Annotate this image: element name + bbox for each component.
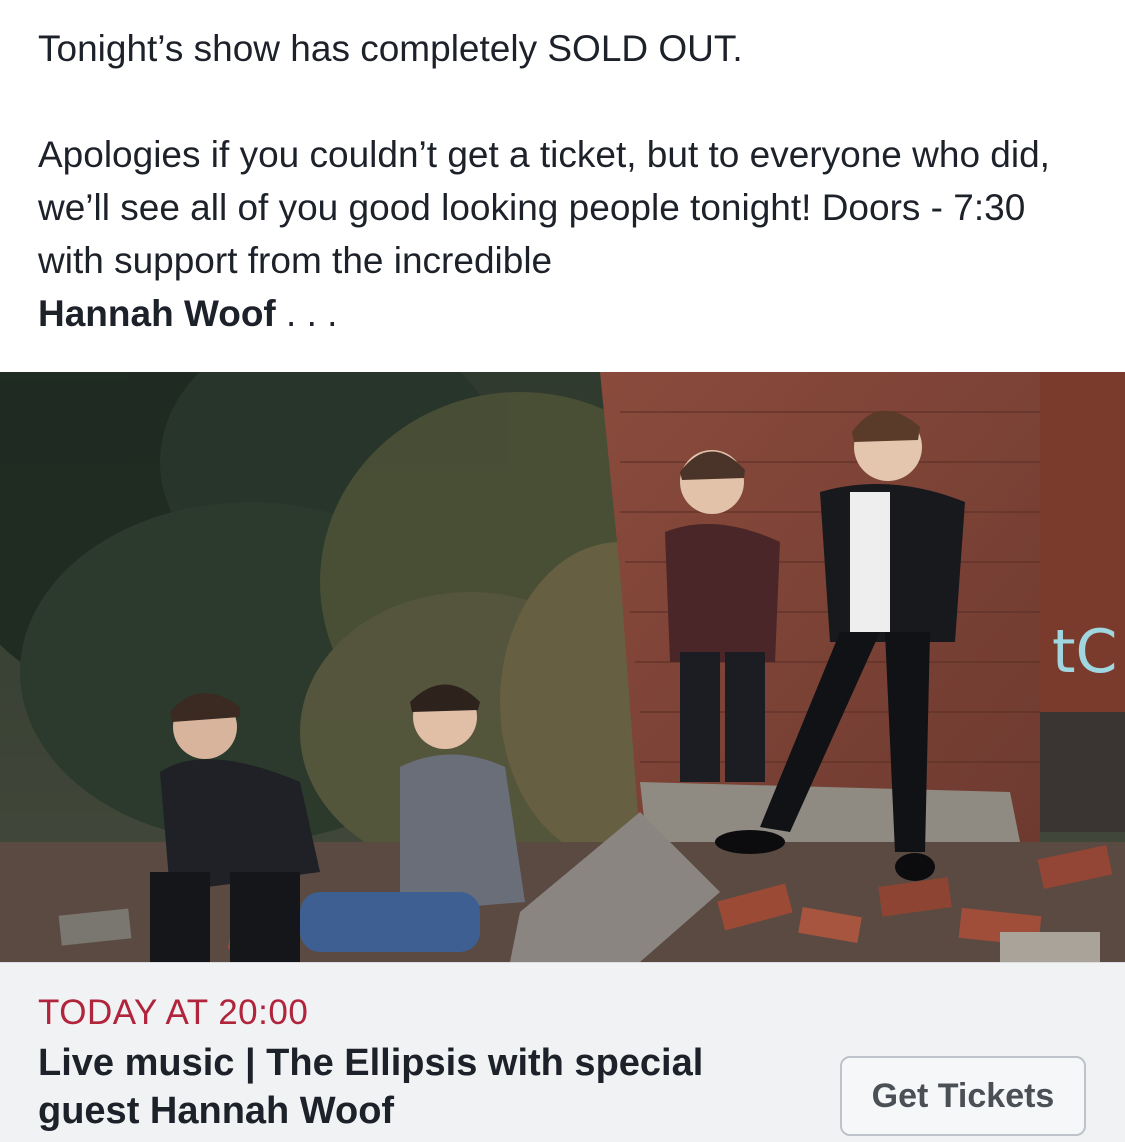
graffiti-text: tC (1052, 617, 1117, 687)
post-body-text: Apologies if you couldn’t get a ticket, … (38, 134, 1050, 281)
event-date: TODAY AT 20:00 (38, 993, 309, 1032)
event-card[interactable]: TODAY AT 20:00 Live music | The Ellipsis… (0, 962, 1125, 1142)
post-body: Apologies if you couldn’t get a ticket, … (38, 128, 1098, 340)
post-headline: Tonight’s show has completely SOLD OUT. (38, 28, 743, 69)
see-more-ellipsis[interactable]: . . . (276, 293, 337, 334)
event-title[interactable]: Live music | The Ellipsis with special g… (38, 1039, 798, 1135)
band-photo-illustration: tC (0, 372, 1125, 962)
post-text: Tonight’s show has completely SOLD OUT. … (38, 22, 1098, 340)
mention-link[interactable]: Hannah Woof (38, 293, 276, 334)
get-tickets-button[interactable]: Get Tickets (840, 1056, 1086, 1136)
event-photo[interactable]: tC (0, 372, 1125, 962)
brick-wall (600, 372, 1040, 842)
